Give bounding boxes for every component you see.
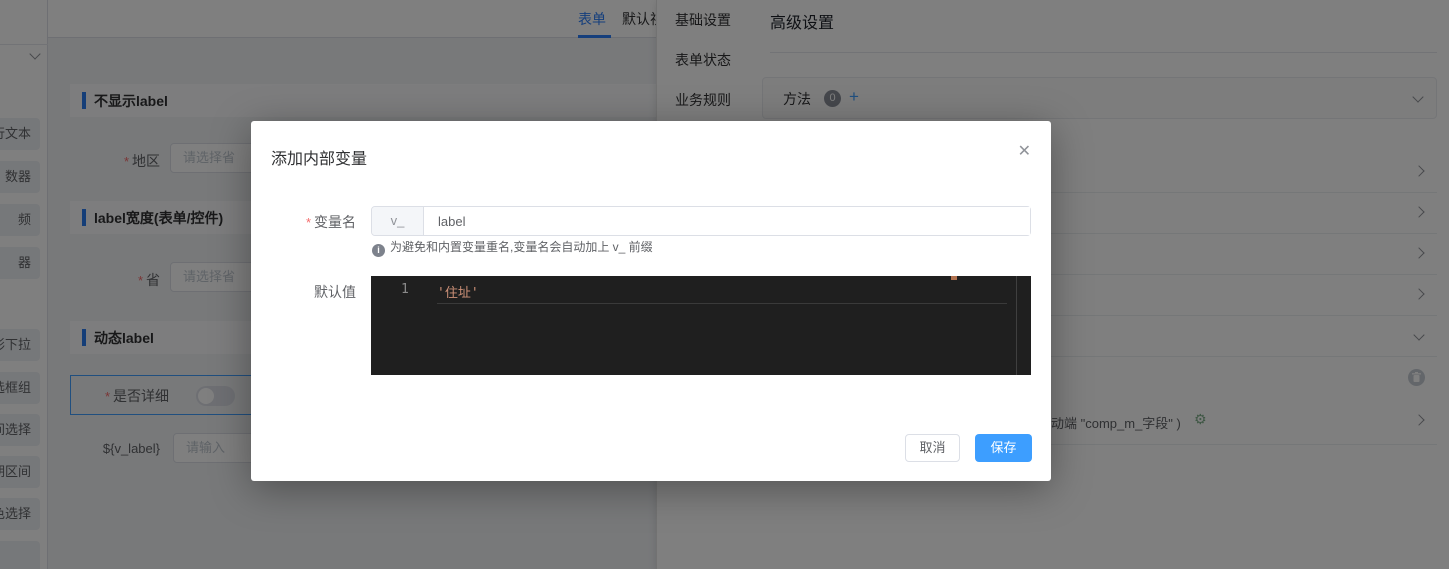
close-icon[interactable]: ✕	[1018, 141, 1031, 161]
editor-current-line-border	[437, 303, 1007, 304]
variable-name-input-group: v_	[371, 206, 1031, 236]
editor-code-text: '住址'	[437, 286, 479, 301]
editor-overview-mark	[951, 276, 957, 280]
dialog-title: 添加内部变量	[271, 151, 368, 168]
add-internal-variable-dialog: 添加内部变量 ✕ *变量名 v_ i为避免和内置变量重名,变量名会自动加上 v_…	[251, 121, 1051, 481]
app-root: 行文本 数器 频 器 形下拉 选框组 间选择 期区间 色选择 表单 默认视图 不…	[0, 0, 1449, 569]
cancel-button[interactable]: 取消	[905, 434, 960, 462]
required-mark: *	[305, 215, 311, 230]
editor-line-number: 1	[401, 282, 409, 297]
variable-prefix-addon: v_	[372, 207, 424, 235]
variable-name-input[interactable]	[424, 207, 1030, 235]
info-icon: i	[372, 244, 385, 257]
variable-name-label: * 变量名	[305, 214, 356, 230]
default-value-label: 默认值	[314, 284, 356, 300]
variable-name-hint: i 为避免和内置变量重名,变量名会自动加上 v_ 前缀	[372, 238, 653, 257]
default-value-code-editor[interactable]: 1 '住址'	[371, 276, 1031, 375]
editor-scrollbar[interactable]	[1016, 276, 1017, 375]
save-button[interactable]: 保存	[975, 434, 1032, 462]
